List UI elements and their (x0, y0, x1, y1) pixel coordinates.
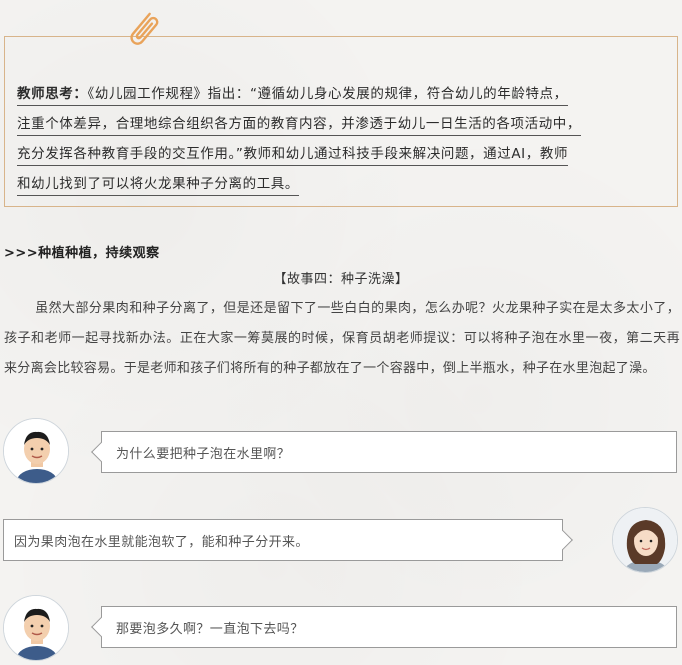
chat-text-1: 为什么要把种子泡在水里啊？ (116, 446, 291, 462)
chat-text-3: 那要泡多久啊？一直泡下去吗？ (116, 621, 304, 637)
paperclip-icon (122, 8, 166, 52)
chat-bubble-2: 因为果肉泡在水里就能泡软了，能和种子分开来。 (3, 519, 573, 561)
teacher-avatar (612, 507, 678, 573)
reflection-line-2: 注重个体差异，合理地综合组织各方面的教育内容，并渗透于幼儿一日生活的各项活动中， (17, 116, 581, 136)
chat-text-2: 因为果肉泡在水里就能泡软了，能和种子分开来。 (14, 534, 309, 550)
child-avatar (3, 418, 69, 484)
teacher-reflection-text: 教师思考：《幼儿园工作规程》指出：“遵循幼儿身心发展的规律，符合幼儿的年龄特点，… (17, 79, 665, 199)
reflection-line-1: 《幼儿园工作规程》指出：“遵循幼儿身心发展的规律，符合幼儿的年龄特点， (87, 86, 568, 102)
section-heading: >>>种植种植，持续观察 (4, 246, 160, 261)
chat-bubble-1: 为什么要把种子泡在水里啊？ (91, 431, 677, 473)
reflection-line-3: 充分发挥各种教育手段的交互作用。”教师和幼儿通过科技手段来解决问题，通过AI，教… (17, 146, 569, 166)
child-avatar-2 (3, 595, 69, 661)
chat-bubble-3: 那要泡多久啊？一直泡下去吗？ (91, 606, 677, 648)
reflection-lead: 教师思考： (17, 86, 88, 102)
story-body: 虽然大部分果肉和种子分离了，但是还是留下了一些白白的果肉，怎么办呢？火龙果种子实… (4, 301, 680, 376)
teacher-reflection-box: 教师思考：《幼儿园工作规程》指出：“遵循幼儿身心发展的规律，符合幼儿的年龄特点，… (4, 36, 678, 207)
reflection-line-4: 和幼儿找到了可以将火龙果种子分离的工具。 (17, 176, 299, 196)
story-title: 【故事四：种子洗澡】 (273, 272, 409, 287)
